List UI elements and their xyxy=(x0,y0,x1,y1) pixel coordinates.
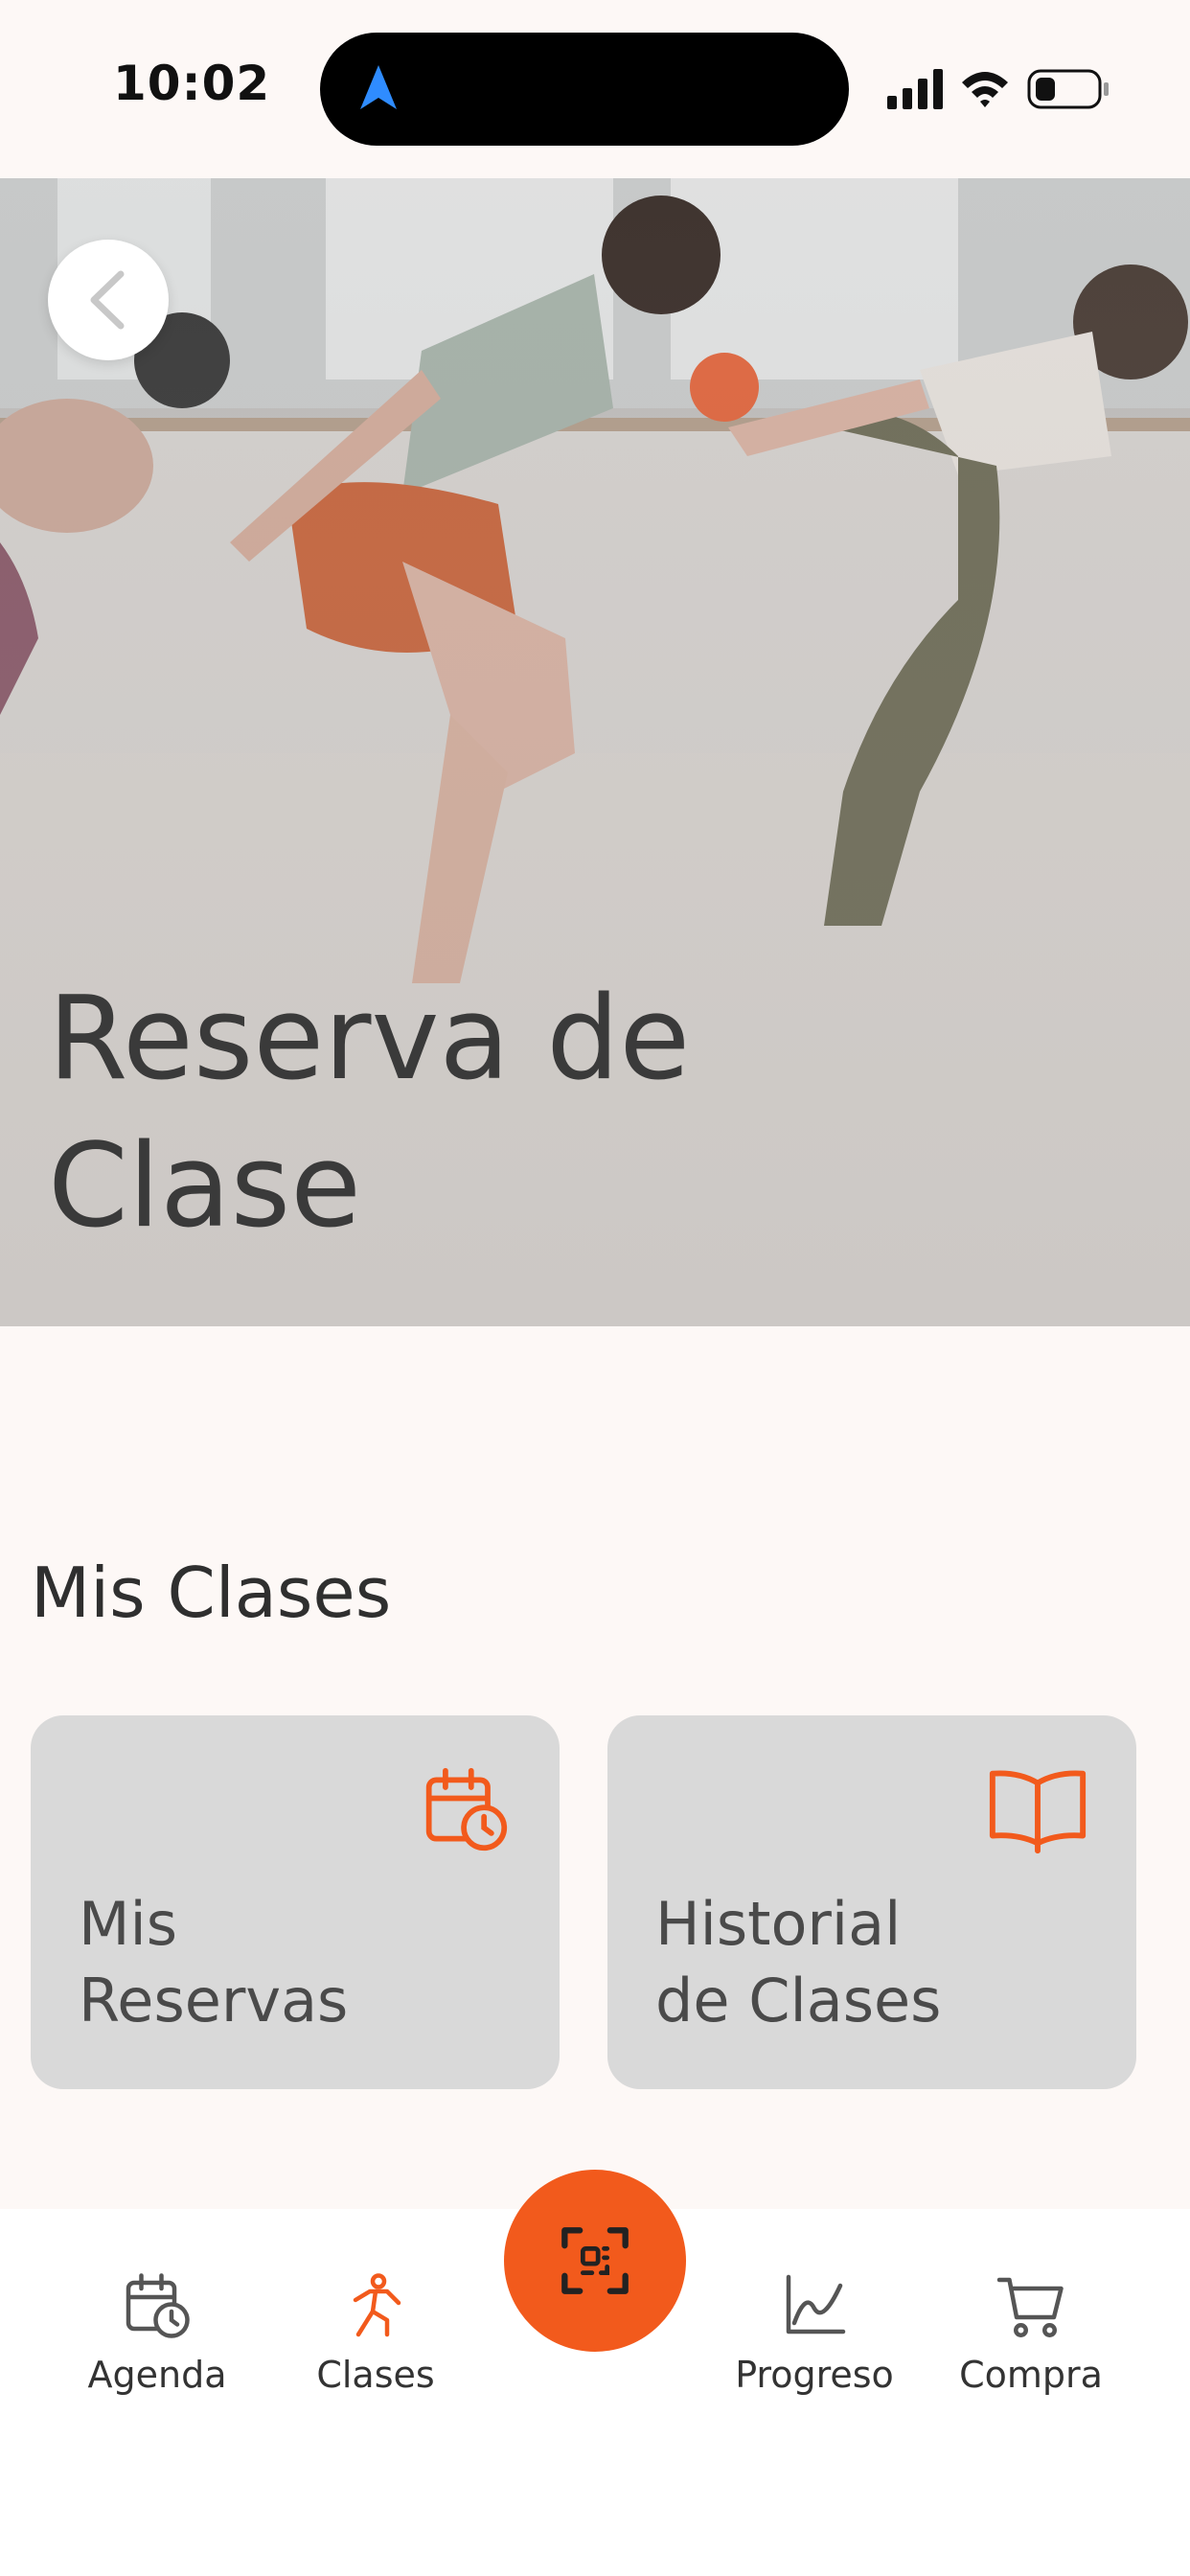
page-title-line1: Reserva de xyxy=(48,973,691,1106)
status-bar: 10:02 xyxy=(0,0,1190,178)
page-title: Reserva de Clase xyxy=(48,966,910,1261)
dynamic-island xyxy=(320,33,849,146)
nav-label: Agenda xyxy=(87,2354,227,2396)
nav-label: Compra xyxy=(959,2354,1103,2396)
nav-label: Progreso xyxy=(735,2354,894,2396)
shopping-cart-icon xyxy=(996,2277,1064,2337)
card-label-line1: Mis xyxy=(79,1889,178,1959)
nav-item-clases[interactable]: Clases xyxy=(280,2271,471,2396)
signal-icon xyxy=(887,69,943,109)
calendar-clock-icon xyxy=(126,2273,190,2338)
card-label-line2: de Clases xyxy=(655,1966,942,2036)
line-chart-icon xyxy=(786,2274,846,2334)
back-button[interactable] xyxy=(48,240,169,360)
card-label-line2: Reservas xyxy=(79,1966,349,2036)
page-title-line2: Clase xyxy=(48,1120,362,1254)
scan-icon xyxy=(561,2227,629,2294)
class-history-label: Historial de Clases xyxy=(655,1886,1096,2039)
my-bookings-label: Mis Reservas xyxy=(79,1886,519,2039)
chevron-left-icon xyxy=(90,270,125,330)
nav-item-agenda[interactable]: Agenda xyxy=(61,2271,253,2396)
scan-button[interactable] xyxy=(504,2170,686,2352)
calendar-clock-icon xyxy=(425,1767,508,1852)
my-bookings-card[interactable]: Mis Reservas xyxy=(31,1715,560,2089)
section-title: Mis Clases xyxy=(31,1552,392,1633)
nav-item-compra[interactable]: Compra xyxy=(935,2271,1127,2396)
running-person-icon xyxy=(353,2273,401,2337)
battery-icon xyxy=(1027,69,1109,109)
status-time: 10:02 xyxy=(113,56,271,111)
nav-item-progreso[interactable]: Progreso xyxy=(719,2271,910,2396)
card-label-line1: Historial xyxy=(655,1889,902,1959)
location-arrow-icon xyxy=(360,65,397,109)
hero-banner: Reserva de Clase xyxy=(0,178,1190,1326)
status-icons xyxy=(887,69,1109,109)
class-history-card[interactable]: Historial de Clases xyxy=(607,1715,1136,2089)
nav-label: Clases xyxy=(316,2354,435,2396)
book-open-icon xyxy=(989,1770,1087,1854)
wifi-icon xyxy=(962,72,1008,107)
